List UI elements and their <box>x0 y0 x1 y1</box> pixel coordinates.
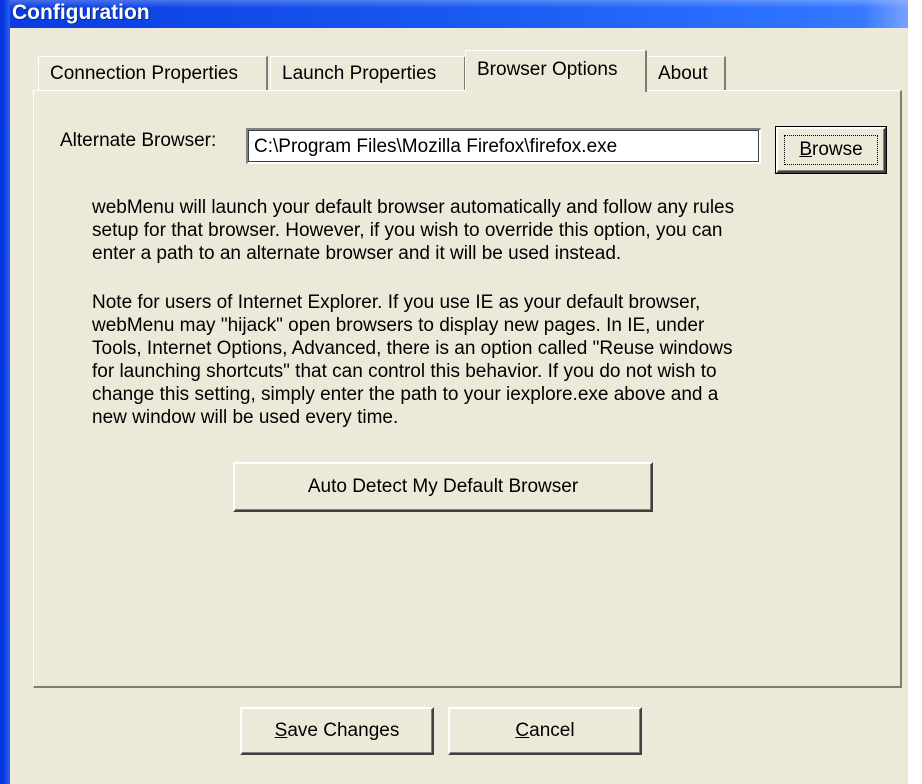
tab-label: Connection Properties <box>50 63 238 84</box>
window-left-frame <box>0 0 10 784</box>
cancel-label-rest: ancel <box>529 720 575 741</box>
browse-button[interactable]: Browse <box>775 126 887 174</box>
tab-label: About <box>658 63 708 84</box>
tab-connection-properties[interactable]: Connection Properties <box>38 56 268 90</box>
configuration-window: Configuration Connection Properties Laun… <box>0 0 922 784</box>
cancel-mnemonic: C <box>515 720 530 741</box>
cancel-button[interactable]: Cancel <box>448 707 642 755</box>
save-changes-button[interactable]: Save Changes <box>240 707 434 755</box>
title-bar[interactable]: Configuration <box>0 0 908 28</box>
tab-label: Browser Options <box>477 59 618 80</box>
browse-button-label: Browse <box>799 139 863 160</box>
tab-about[interactable]: About <box>646 56 726 90</box>
internet-explorer-note: Note for users of Internet Explorer. If … <box>92 292 733 428</box>
auto-detect-browser-button[interactable]: Auto Detect My Default Browser <box>233 462 653 512</box>
save-label-rest: ave Changes <box>287 720 400 741</box>
tab-browser-options[interactable]: Browser Options <box>465 50 647 92</box>
window-title: Configuration <box>12 1 150 24</box>
default-browser-description: webMenu will launch your default browser… <box>92 197 735 264</box>
alternate-browser-input[interactable] <box>246 128 761 164</box>
alternate-browser-label: Alternate Browser: <box>60 130 217 151</box>
save-mnemonic: S <box>274 720 288 741</box>
tab-label: Launch Properties <box>282 63 437 84</box>
tab-launch-properties[interactable]: Launch Properties <box>270 56 466 90</box>
title-bar-gradient-end <box>862 0 908 28</box>
screen-background <box>908 0 922 784</box>
